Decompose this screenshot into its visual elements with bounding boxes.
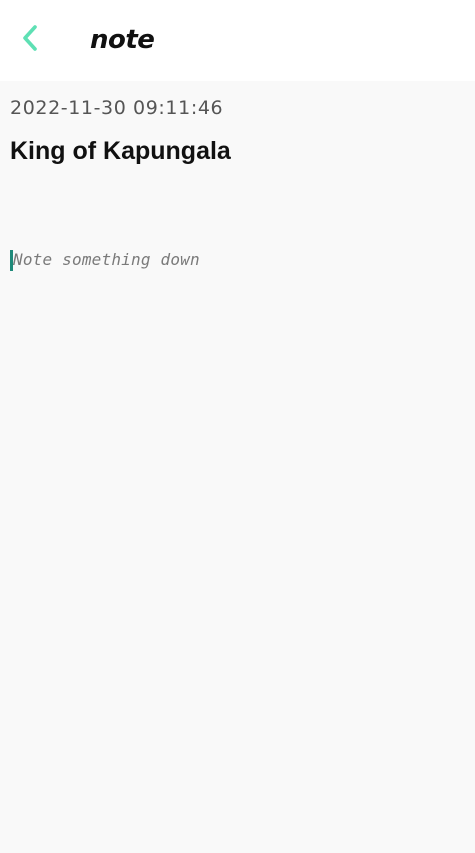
- page-title: note: [90, 25, 155, 55]
- note-body-placeholder: Note something down: [13, 250, 200, 269]
- chevron-left-icon: [20, 24, 40, 56]
- top-bar: note: [0, 0, 475, 81]
- note-body-input[interactable]: Note something down: [10, 247, 465, 273]
- note-content: 2022-11-30 09:11:46 King of Kapungala No…: [0, 81, 475, 853]
- note-editor-screen: note 2022-11-30 09:11:46 King of Kapunga…: [0, 0, 475, 853]
- note-timestamp: 2022-11-30 09:11:46: [10, 97, 224, 119]
- back-button[interactable]: [12, 22, 48, 58]
- note-title[interactable]: King of Kapungala: [10, 136, 231, 166]
